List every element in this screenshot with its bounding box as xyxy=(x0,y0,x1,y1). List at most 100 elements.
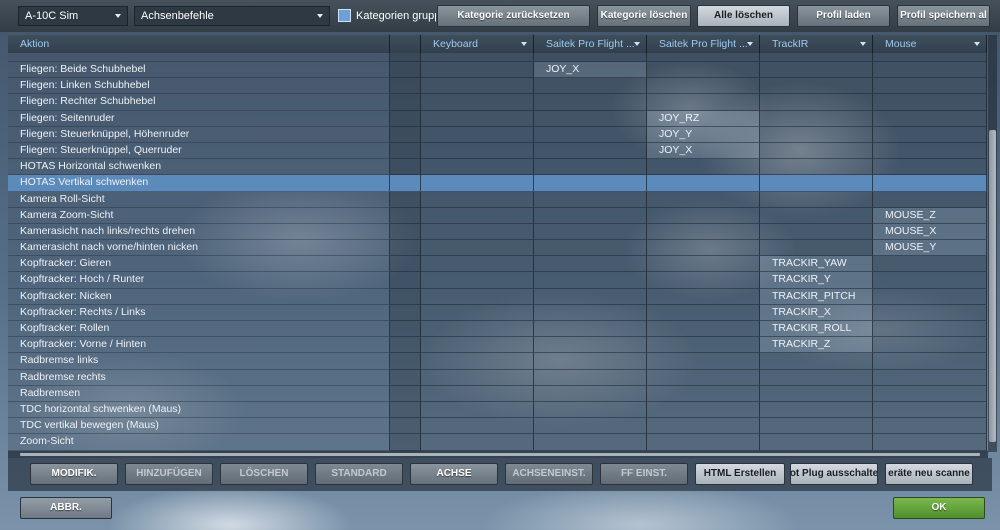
mouse-binding[interactable] xyxy=(873,78,987,95)
device1-binding[interactable] xyxy=(534,207,647,224)
device1-binding[interactable] xyxy=(534,78,647,95)
table-row[interactable]: Kopftracker: Rechts / Links TRACKIR_X xyxy=(8,304,987,321)
device2-binding[interactable] xyxy=(647,94,760,111)
trackir-binding[interactable] xyxy=(760,369,873,386)
trackir-binding[interactable] xyxy=(760,401,873,419)
trackir-binding[interactable]: TRACKIR_ROLL xyxy=(760,321,873,338)
mouse-binding[interactable] xyxy=(873,159,987,176)
trackir-binding[interactable] xyxy=(760,240,873,257)
device1-binding[interactable] xyxy=(534,401,647,419)
chevron-down-icon[interactable] xyxy=(634,42,640,46)
column-header-mouse[interactable]: Mouse xyxy=(873,35,987,53)
device2-binding[interactable] xyxy=(647,401,760,419)
mouse-binding[interactable] xyxy=(873,304,987,321)
device1-binding[interactable] xyxy=(534,272,647,289)
trackir-binding[interactable] xyxy=(760,126,873,143)
trackir-binding[interactable] xyxy=(760,418,873,435)
device2-binding[interactable] xyxy=(647,256,760,273)
mouse-binding[interactable] xyxy=(873,337,987,354)
device2-binding[interactable] xyxy=(647,62,760,79)
trackir-binding[interactable] xyxy=(760,94,873,111)
keyboard-binding[interactable] xyxy=(421,369,534,386)
keyboard-binding[interactable] xyxy=(421,142,534,160)
table-row[interactable]: Fliegen: Linken Schubhebel xyxy=(8,78,987,95)
clear-all-button[interactable]: Alle löschen xyxy=(697,5,790,27)
device2-binding[interactable] xyxy=(647,240,760,257)
table-row[interactable]: Kopftracker: Nicken TRACKIR_PITCH xyxy=(8,288,987,305)
reset-category-button[interactable]: Kategorie zurücksetzen xyxy=(437,5,590,27)
device1-binding[interactable] xyxy=(534,142,647,160)
table-row[interactable]: Kopftracker: Hoch / Runter TRACKIR_Y xyxy=(8,272,987,289)
device1-binding[interactable] xyxy=(534,126,647,143)
table-row[interactable]: Radbremsen xyxy=(8,385,987,402)
device1-binding[interactable] xyxy=(534,418,647,435)
trackir-binding[interactable] xyxy=(760,353,873,370)
hot-plug-button[interactable]: ot Plug ausschalte xyxy=(790,463,878,485)
table-row[interactable]: TDC horizontal schwenken (Maus) xyxy=(8,401,987,419)
keyboard-binding[interactable] xyxy=(421,353,534,370)
keyboard-binding[interactable] xyxy=(421,175,534,192)
device2-binding[interactable] xyxy=(647,159,760,176)
device2-binding[interactable] xyxy=(647,434,760,451)
device2-binding[interactable]: JOY_X xyxy=(647,142,760,160)
device1-binding[interactable] xyxy=(534,369,647,386)
mouse-binding[interactable] xyxy=(873,142,987,160)
keyboard-binding[interactable] xyxy=(421,126,534,143)
save-profile-as-button[interactable]: Profil speichern al xyxy=(897,5,990,27)
keyboard-binding[interactable] xyxy=(421,78,534,95)
device2-binding[interactable] xyxy=(647,337,760,354)
table-row[interactable]: Fliegen: Steuerknüppel, Höhenruder JOY_Y xyxy=(8,126,987,143)
device2-binding[interactable] xyxy=(647,78,760,95)
rescan-devices-button[interactable]: eräte neu scanne xyxy=(885,463,973,485)
device2-binding[interactable] xyxy=(647,272,760,289)
ok-button[interactable]: OK xyxy=(893,497,985,519)
table-row[interactable]: Fliegen: Beide Schubhebel JOY_X xyxy=(8,62,987,79)
device1-binding[interactable] xyxy=(534,256,647,273)
device2-binding[interactable] xyxy=(647,418,760,435)
keyboard-binding[interactable] xyxy=(421,94,534,111)
ff-tune-button[interactable]: FF EINST. xyxy=(600,463,688,485)
clear-category-button[interactable]: Kategorie löschen xyxy=(597,5,691,27)
table-row[interactable]: Kamera Zoom-Sicht MOUSE_Z xyxy=(8,207,987,224)
table-row[interactable]: HOTAS Horizontal schwenken xyxy=(8,159,987,176)
add-button[interactable]: HINZUFÜGEN xyxy=(125,463,213,485)
device1-binding[interactable]: JOY_X xyxy=(534,62,647,79)
trackir-binding[interactable] xyxy=(760,223,873,241)
vertical-scrollbar[interactable] xyxy=(988,35,997,452)
keyboard-binding[interactable] xyxy=(421,223,534,241)
device1-binding[interactable] xyxy=(534,304,647,321)
mouse-binding[interactable] xyxy=(873,369,987,386)
keyboard-binding[interactable] xyxy=(421,191,534,208)
device1-binding[interactable] xyxy=(534,223,647,241)
axis-tune-button[interactable]: ACHSENEINST. xyxy=(505,463,593,485)
keyboard-binding[interactable] xyxy=(421,240,534,257)
category-select[interactable]: Achsenbefehle xyxy=(134,6,330,26)
table-row[interactable]: Kamerasicht nach vorne/hinten nicken MOUS… xyxy=(8,240,987,257)
keyboard-binding[interactable] xyxy=(421,321,534,338)
table-row[interactable]: Fliegen: Steuerknüppel, Querruder JOY_X xyxy=(8,142,987,160)
trackir-binding[interactable] xyxy=(760,142,873,160)
device1-binding[interactable] xyxy=(534,321,647,338)
keyboard-binding[interactable] xyxy=(421,207,534,224)
trackir-binding[interactable]: TRACKIR_PITCH xyxy=(760,288,873,305)
column-header-action[interactable]: Aktion xyxy=(8,35,390,53)
keyboard-binding[interactable] xyxy=(421,288,534,305)
trackir-binding[interactable] xyxy=(760,191,873,208)
chevron-down-icon[interactable] xyxy=(974,42,980,46)
keyboard-binding[interactable] xyxy=(421,385,534,402)
mouse-binding[interactable] xyxy=(873,321,987,338)
axis-button[interactable]: ACHSE xyxy=(410,463,498,485)
mouse-binding[interactable] xyxy=(873,256,987,273)
mouse-binding[interactable] xyxy=(873,272,987,289)
keyboard-binding[interactable] xyxy=(421,272,534,289)
mouse-binding[interactable] xyxy=(873,126,987,143)
mouse-binding[interactable] xyxy=(873,191,987,208)
trackir-binding[interactable] xyxy=(760,434,873,451)
device2-binding[interactable] xyxy=(647,385,760,402)
device1-binding[interactable] xyxy=(534,110,647,127)
group-categories-checkbox[interactable] xyxy=(338,9,351,22)
table-row[interactable]: Kopftracker: Vorne / Hinten TRACKIR_Z xyxy=(8,337,987,354)
chevron-down-icon[interactable] xyxy=(860,42,866,46)
device2-binding[interactable]: JOY_RZ xyxy=(647,110,760,127)
trackir-binding[interactable]: TRACKIR_Z xyxy=(760,337,873,354)
